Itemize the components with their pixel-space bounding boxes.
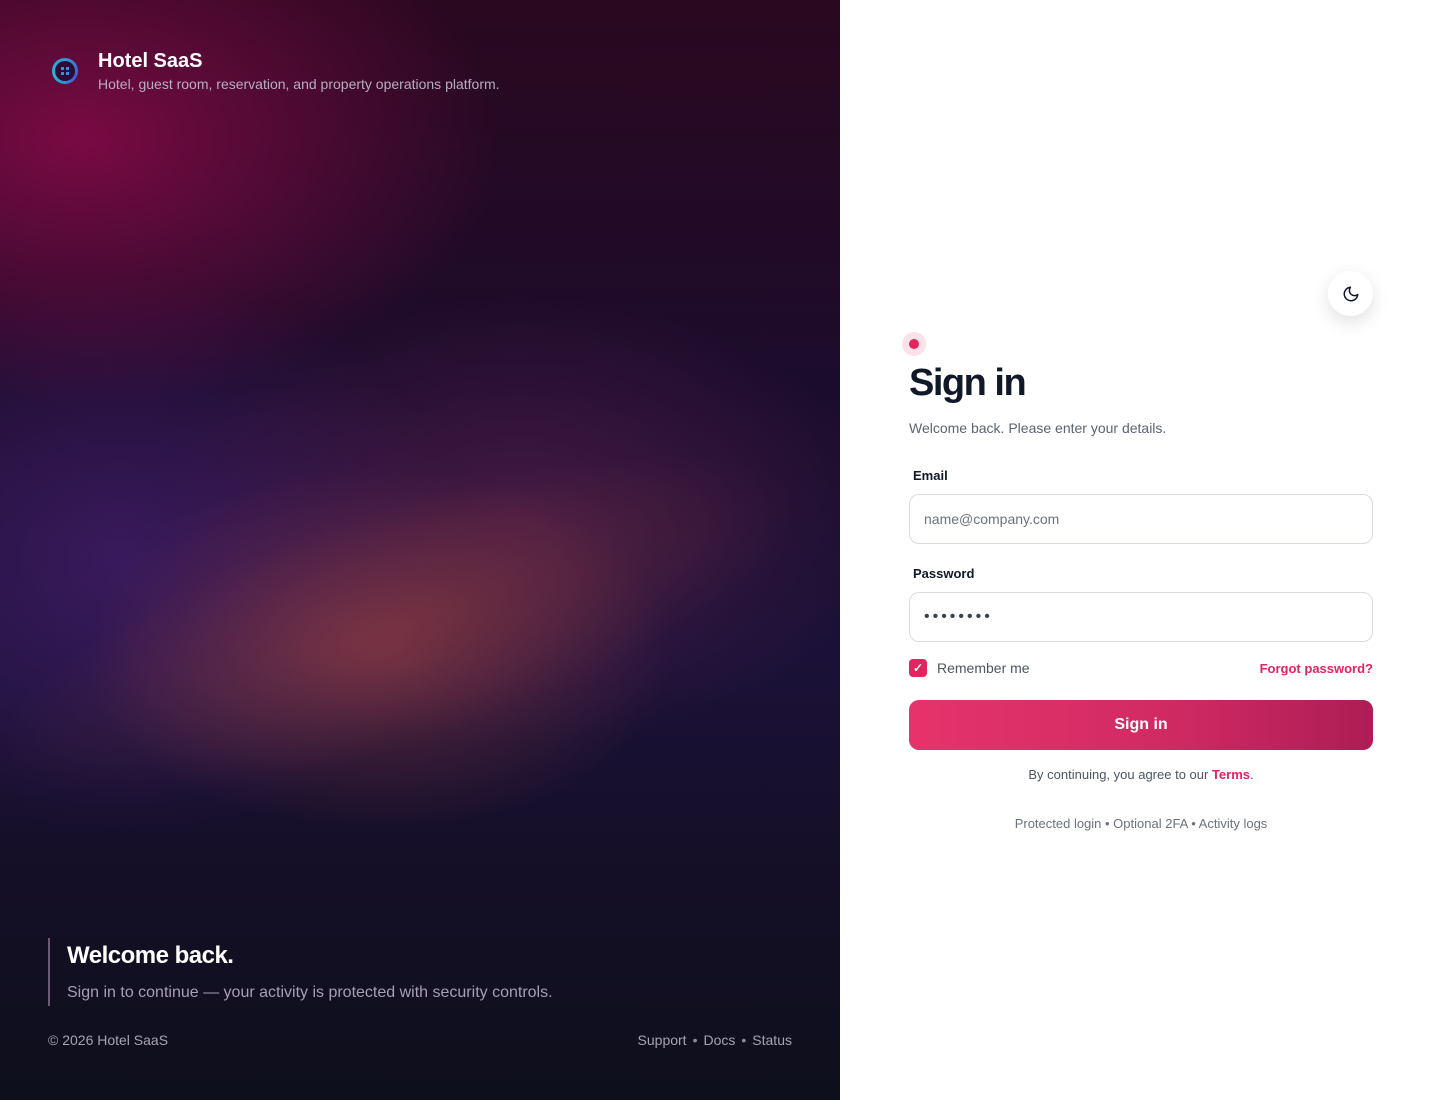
hero-subheading: Sign in to continue — your activity is p… [67,984,553,1001]
copyright: © 2026 Hotel SaaS [48,1032,169,1048]
footer-separator: • [741,1032,747,1048]
hero-panel: Hotel SaaS Hotel, guest room, reservatio… [0,0,840,1100]
hero-welcome-block: Welcome back. Sign in to continue — your… [48,938,553,1006]
email-label: Email [913,468,948,483]
footer-links: Support • Docs • Status [638,1032,792,1048]
terms-notice: By continuing, you agree to our Terms. [909,767,1373,782]
footer-separator: • [692,1032,698,1048]
forgot-password-link[interactable]: Forgot password? [1260,661,1373,676]
status-dot-icon [902,332,926,356]
password-field[interactable] [909,592,1373,642]
password-label: Password [913,566,975,581]
sign-in-button[interactable]: Sign in [909,700,1373,750]
page-subtitle: Welcome back. Please enter your details. [909,420,1167,436]
remember-me-checkbox[interactable]: ✓ Remember me [909,659,1030,677]
moon-icon [1343,286,1358,301]
terms-prefix: By continuing, you agree to our [1028,767,1212,782]
grid-icon [52,58,78,84]
hero-footer: © 2026 Hotel SaaS Support • Docs • Statu… [48,1032,792,1048]
hero-background-wave [0,235,840,945]
terms-suffix: . [1250,767,1254,782]
footer-link-status[interactable]: Status [752,1032,792,1048]
brand-header: Hotel SaaS Hotel, guest room, reservatio… [52,48,500,92]
remember-me-label: Remember me [937,660,1030,676]
brand-title: Hotel SaaS [98,50,203,72]
signin-form: Sign in Welcome back. Please enter your … [902,332,1373,831]
security-note: Protected login • Optional 2FA • Activit… [1014,816,1268,831]
brand-tagline: Hotel, guest room, reservation, and prop… [98,76,500,92]
form-options-row: ✓ Remember me Forgot password? [909,659,1373,677]
terms-link[interactable]: Terms [1212,767,1250,782]
footer-link-support[interactable]: Support [638,1032,687,1048]
theme-toggle-button[interactable] [1328,271,1373,316]
checkmark-icon: ✓ [909,659,927,677]
page-title: Sign in [909,362,1027,404]
footer-link-docs[interactable]: Docs [703,1032,735,1048]
hero-heading: Welcome back. [67,942,234,969]
email-field[interactable] [909,494,1373,544]
